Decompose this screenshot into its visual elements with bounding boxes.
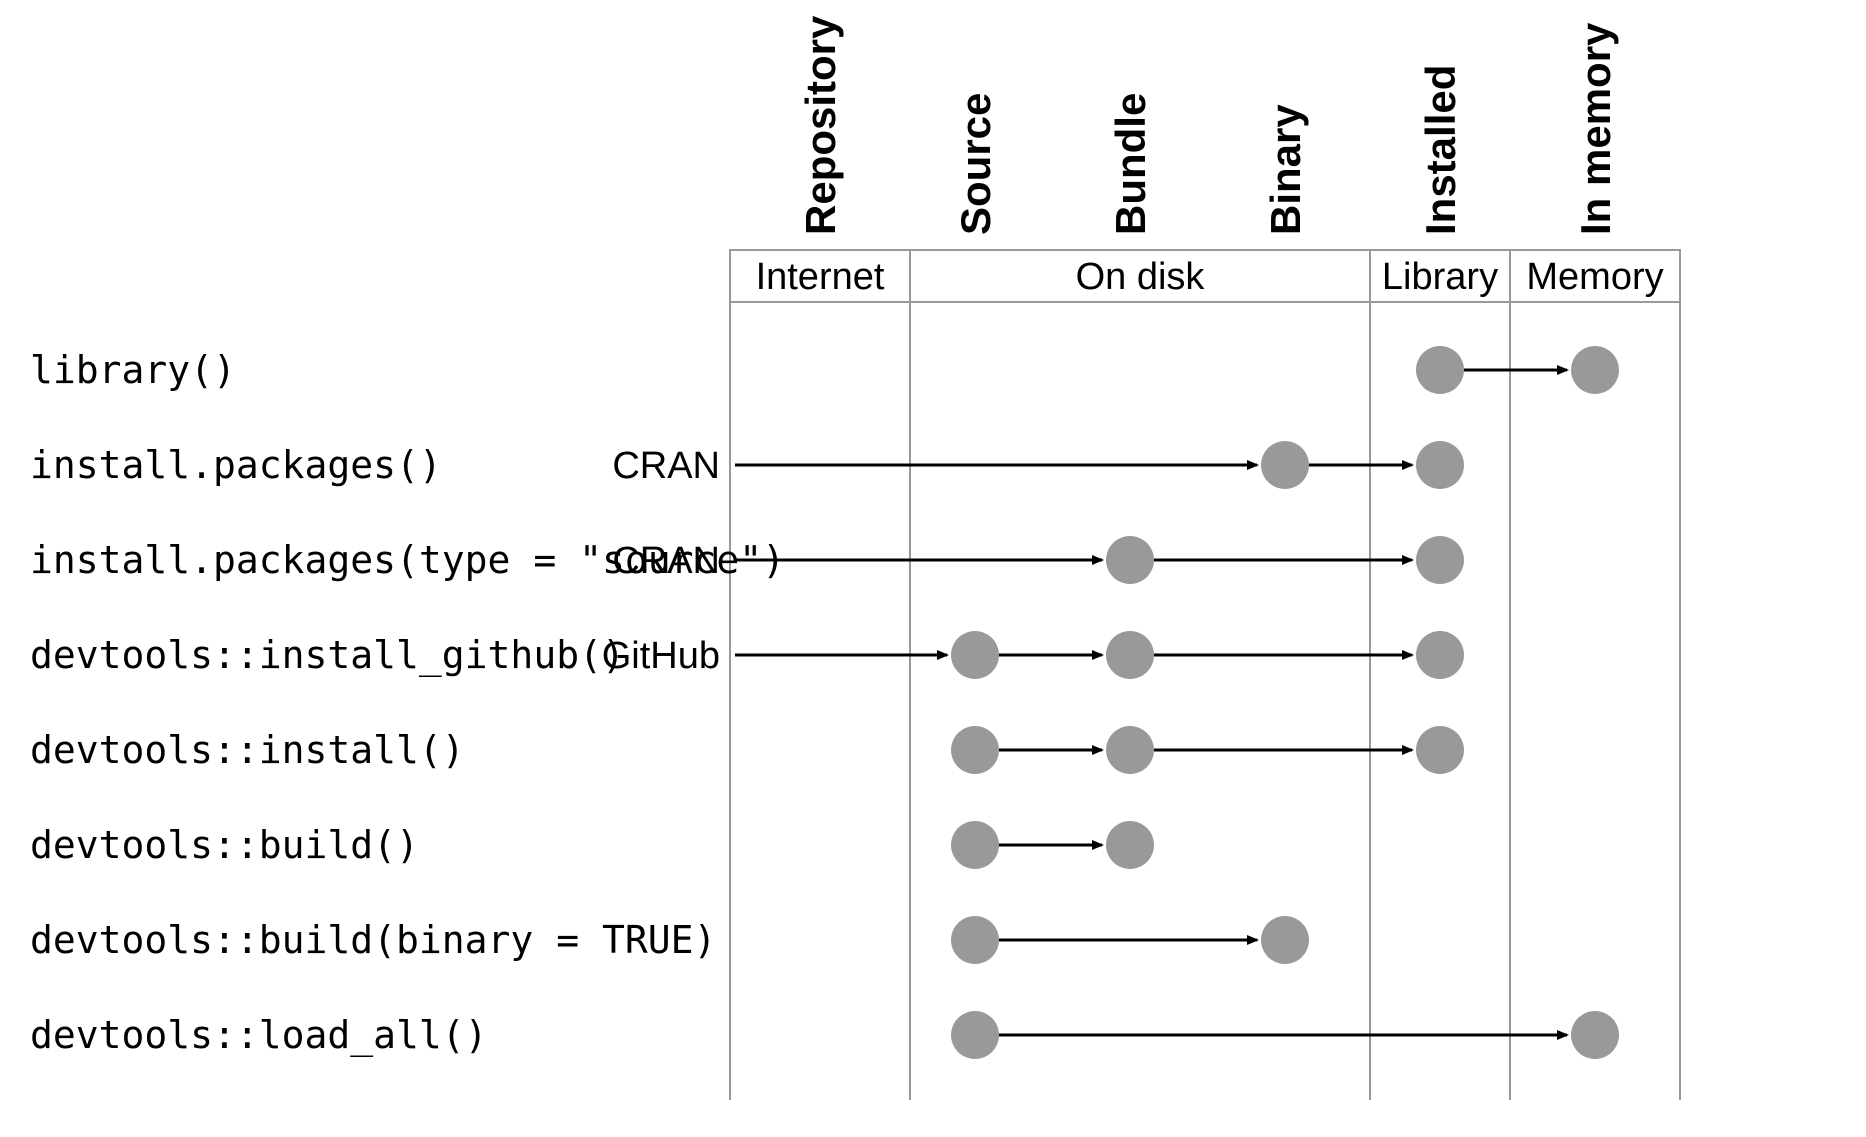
- dot-installed: [1416, 631, 1464, 679]
- col-installed: Installed: [1417, 65, 1464, 235]
- row-install-github-label: devtools::install_github(): [30, 633, 625, 678]
- dot-installed: [1416, 726, 1464, 774]
- grid-lines: [730, 302, 1680, 1100]
- package-states-diagram: Repository Source Bundle Binary Installe…: [0, 0, 1866, 1137]
- dot-bundle: [1106, 536, 1154, 584]
- loc-internet: Internet: [756, 256, 885, 298]
- row-install-source-repo: CRAN: [612, 540, 720, 582]
- loc-ondisk: On disk: [1076, 256, 1206, 298]
- dot-bundle: [1106, 821, 1154, 869]
- dot-source: [951, 821, 999, 869]
- row-build-label: devtools::build(): [30, 823, 419, 867]
- dot-inmemory: [1571, 1011, 1619, 1059]
- row-build: devtools::build(): [30, 821, 1154, 869]
- row-install-github: devtools::install_github() GitHub: [30, 631, 1464, 679]
- col-repository: Repository: [797, 15, 844, 235]
- dot-installed: [1416, 536, 1464, 584]
- dot-source: [951, 726, 999, 774]
- row-install-label: devtools::install(): [30, 728, 465, 772]
- row-install-source: install.packages(type = "source") CRAN: [30, 536, 1464, 584]
- row-library: library(): [30, 346, 1619, 394]
- row-install: devtools::install(): [30, 726, 1464, 774]
- dot-source: [951, 631, 999, 679]
- column-headers: Repository Source Bundle Binary Installe…: [797, 15, 1619, 235]
- dot-installed: [1416, 346, 1464, 394]
- row-load-all-label: devtools::load_all(): [30, 1013, 488, 1058]
- dot-source: [951, 1011, 999, 1059]
- row-library-label: library(): [30, 348, 236, 392]
- dot-bundle: [1106, 726, 1154, 774]
- row-install-github-repo: GitHub: [602, 635, 720, 677]
- row-install-packages: install.packages() CRAN: [30, 441, 1464, 489]
- dot-bundle: [1106, 631, 1154, 679]
- row-build-binary-label: devtools::build(binary = TRUE): [30, 918, 716, 962]
- col-inmemory: In memory: [1572, 22, 1619, 235]
- loc-library: Library: [1382, 256, 1498, 298]
- dot-source: [951, 916, 999, 964]
- loc-memory: Memory: [1526, 256, 1663, 298]
- col-source: Source: [952, 93, 999, 235]
- row-load-all: devtools::load_all(): [30, 1011, 1619, 1059]
- dot-binary: [1261, 916, 1309, 964]
- col-binary: Binary: [1262, 104, 1309, 235]
- dot-installed: [1416, 441, 1464, 489]
- col-bundle: Bundle: [1107, 93, 1154, 235]
- row-install-packages-repo: CRAN: [612, 445, 720, 487]
- dot-binary: [1261, 441, 1309, 489]
- dot-inmemory: [1571, 346, 1619, 394]
- row-install-packages-label: install.packages(): [30, 443, 442, 487]
- row-build-binary: devtools::build(binary = TRUE): [30, 916, 1309, 964]
- location-boxes: Internet On disk Library Memory: [730, 250, 1680, 302]
